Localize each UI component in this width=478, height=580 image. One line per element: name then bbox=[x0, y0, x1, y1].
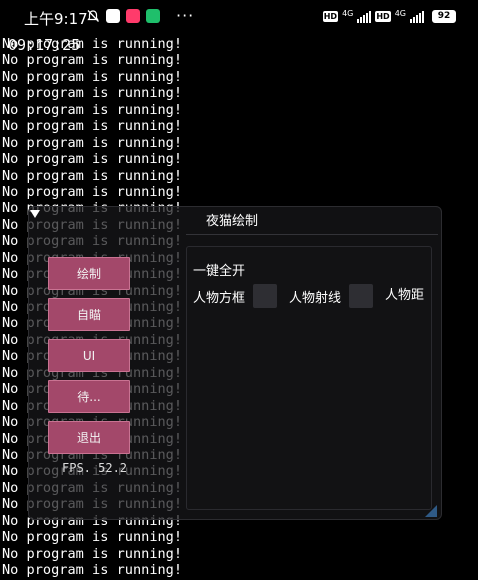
signal-icon-2 bbox=[410, 10, 424, 23]
overlay-clock: 09:17:25 bbox=[8, 36, 81, 54]
menu-title: 夜猫绘制 bbox=[206, 214, 259, 229]
console-line: No program is running! bbox=[2, 151, 183, 168]
option-box-label: 人物方框 bbox=[193, 290, 246, 306]
console-line: No program is running! bbox=[2, 101, 183, 118]
notification-icons bbox=[86, 9, 160, 23]
network-type-label-2: 4G bbox=[394, 8, 406, 18]
more-notifications-icon: ··· bbox=[176, 6, 195, 25]
aim-button[interactable]: 自瞄 bbox=[48, 298, 130, 331]
system-indicators: HD 4G HD 4G 92 bbox=[322, 8, 456, 23]
qq-app-icon bbox=[106, 9, 120, 23]
option-box[interactable]: 人物方框 bbox=[193, 284, 278, 308]
draw-button[interactable]: 绘制 bbox=[48, 257, 130, 290]
ui-button[interactable]: UI bbox=[48, 339, 130, 372]
console-line: No program is running! bbox=[2, 183, 183, 200]
video-app-icon bbox=[126, 9, 140, 23]
pending-button[interactable]: 待... bbox=[48, 380, 130, 413]
hd-voice-icon: HD bbox=[322, 11, 339, 22]
network-type-label: 4G bbox=[342, 8, 354, 18]
console-line: No program is running! bbox=[2, 85, 183, 102]
console-line: No program is running! bbox=[2, 167, 183, 184]
console-line: No program is running! bbox=[2, 118, 183, 135]
option-line-label: 人物射线 bbox=[289, 290, 342, 306]
console-line: No program is running! bbox=[2, 545, 183, 562]
signal-icon bbox=[357, 10, 372, 23]
resize-handle[interactable] bbox=[425, 505, 437, 517]
hd-voice-icon-2: HD bbox=[375, 11, 391, 22]
status-time: 上午9:17 bbox=[24, 10, 88, 28]
option-box-checkbox[interactable] bbox=[253, 284, 278, 308]
console-line: No program is running! bbox=[2, 134, 183, 151]
exit-button[interactable]: 退出 bbox=[48, 421, 130, 454]
title-divider bbox=[186, 234, 438, 235]
enable-all-toggle[interactable]: 一键全开 bbox=[193, 260, 245, 279]
mute-icon bbox=[87, 10, 99, 22]
console-line: No program is running! bbox=[2, 562, 183, 578]
console-line: No program is running! bbox=[2, 529, 183, 546]
status-bar: 上午9:17 ··· HD 4G HD 4G 92 bbox=[0, 0, 478, 36]
battery-icon: 92 bbox=[432, 10, 456, 23]
option-distance-label: 人物距 bbox=[385, 288, 425, 303]
console-line: No program is running! bbox=[2, 68, 183, 85]
fps-counter: FPS. 52.2 bbox=[62, 461, 128, 475]
option-distance[interactable]: 人物距 bbox=[385, 284, 424, 303]
collapse-arrow-icon[interactable] bbox=[30, 210, 40, 218]
option-line-checkbox[interactable] bbox=[349, 284, 374, 308]
console-line: No program is running! bbox=[2, 52, 183, 69]
chat-app-icon bbox=[146, 9, 160, 23]
option-line[interactable]: 人物射线 bbox=[289, 284, 374, 308]
